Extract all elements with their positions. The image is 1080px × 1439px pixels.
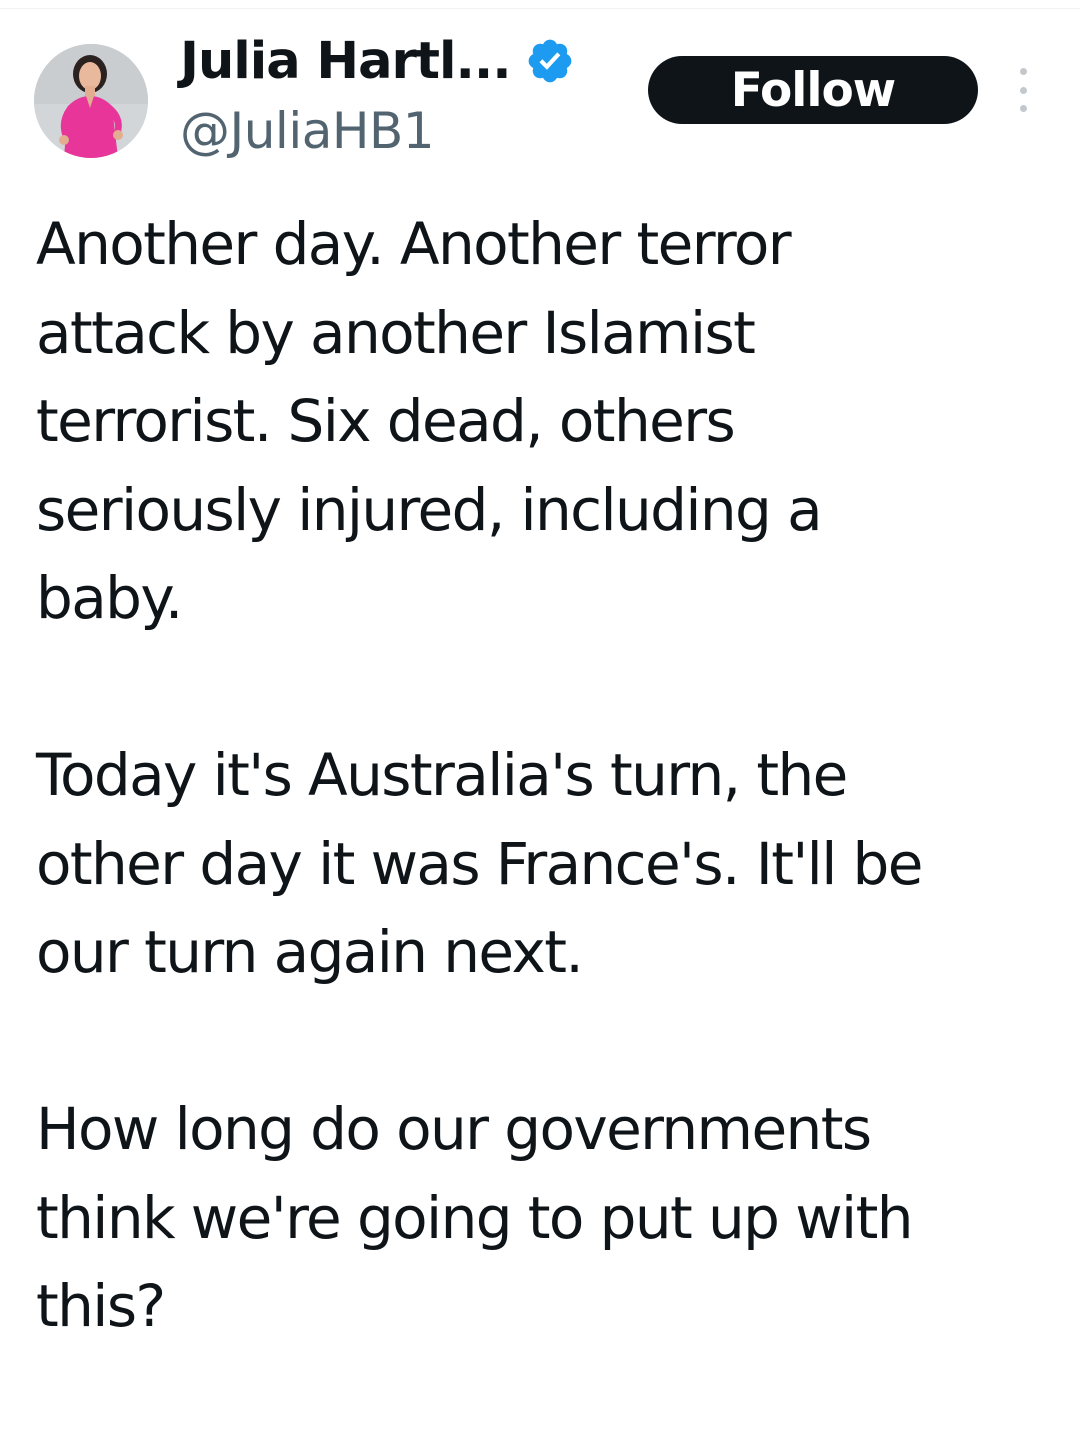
tweet-line: Another day. Another terror (36, 210, 792, 278)
more-dot (1019, 105, 1027, 112)
tweet-line: attack by another Islamist (36, 298, 756, 367)
tweet-line: Today it's Australia's turn, the (36, 741, 848, 809)
tweet-line: this? (36, 1272, 166, 1340)
author-handle[interactable]: @JuliaHB1 (180, 106, 435, 156)
tweet-header: Julia Hartl... @JuliaHB1 Follow (0, 0, 1080, 180)
tweet-line: baby. (36, 564, 183, 632)
tweet-line: think we're going to put up with (36, 1183, 913, 1252)
tweet-line: our turn again next. (36, 918, 584, 986)
tweet-line: How long do our governments (36, 1095, 872, 1163)
tweet-line: other day it was France's. It'll be (36, 829, 923, 898)
more-dot (1019, 68, 1027, 75)
verified-badge-icon (525, 36, 575, 86)
avatar-photo (34, 44, 148, 158)
avatar[interactable] (34, 44, 148, 158)
tweet-line: seriously injured, including a (36, 475, 823, 544)
tweet-paragraph-3: How long do our governments think we're … (36, 1085, 1056, 1351)
author-display-name[interactable]: Julia Hartl... (180, 36, 512, 87)
tweet-paragraph-2: Today it's Australia's turn, the other d… (36, 731, 1056, 997)
tweet-text: Another day. Another terror attack by an… (36, 200, 1056, 1439)
author-name-row: Julia Hartl... (180, 26, 575, 96)
follow-button[interactable]: Follow (648, 56, 978, 124)
more-dots-icon[interactable] (1006, 68, 1040, 112)
tweet-paragraph-1: Another day. Another terror attack by an… (36, 200, 1056, 643)
tweet-line: terrorist. Six dead, others (36, 387, 736, 455)
more-dot (1019, 86, 1027, 94)
